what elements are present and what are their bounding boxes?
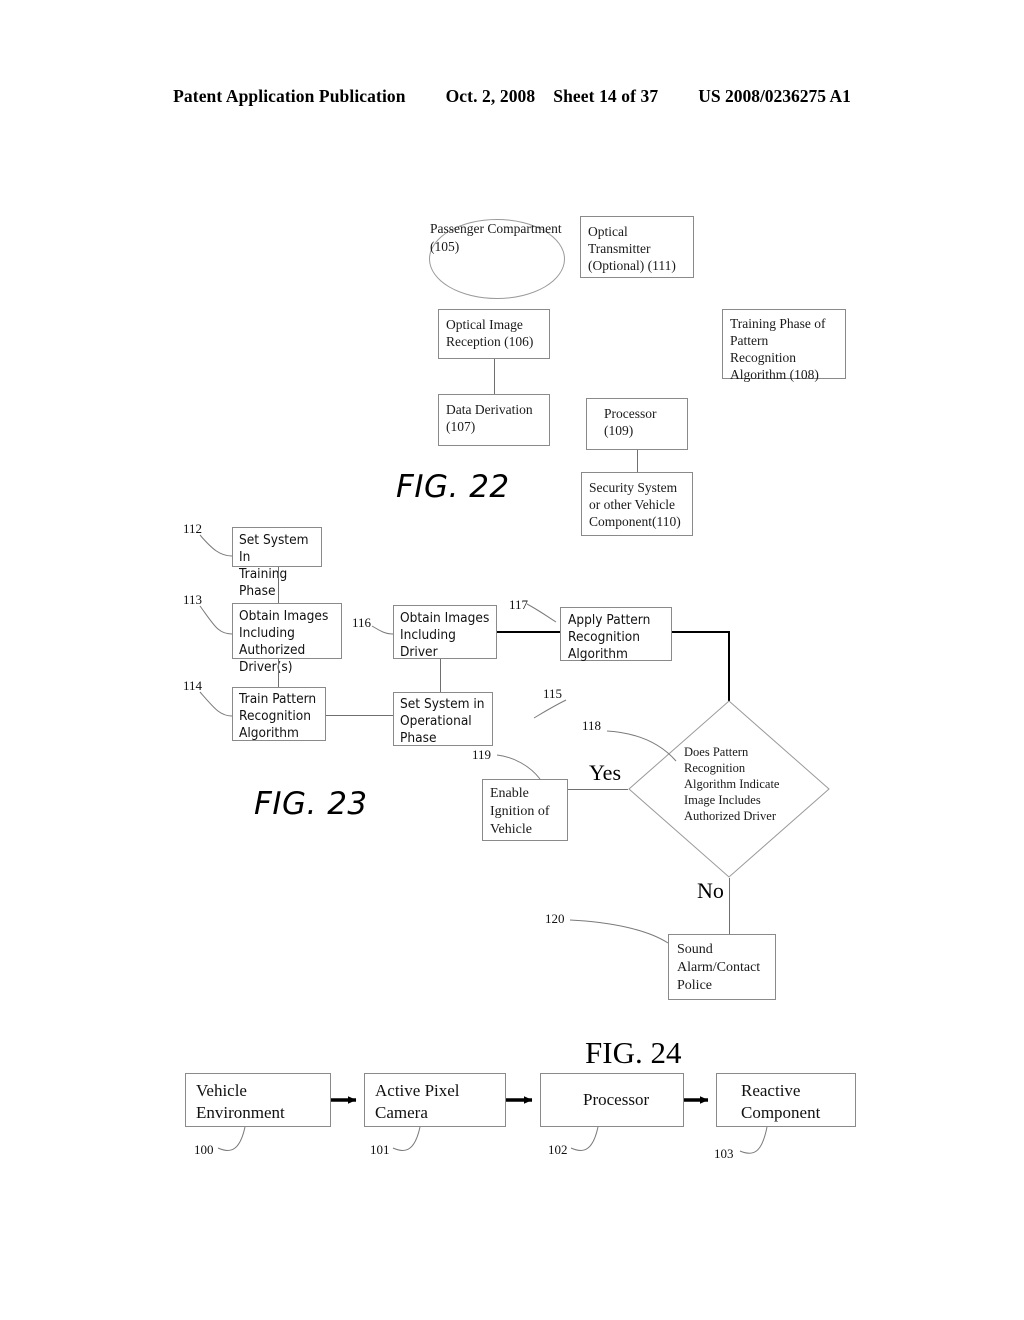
node-vehicle-environment-label: Vehicle Environment (196, 1081, 285, 1122)
branch-label-no: No (697, 878, 724, 903)
node-processor-102: Processor (540, 1073, 684, 1127)
leader-lines-overlay (199, 534, 768, 1154)
refnum-112: 112 (183, 521, 203, 536)
node-train-pattern-recognition: Train Pattern Recognition Algorithm (232, 687, 326, 741)
leader-line-114 (199, 691, 233, 717)
node-active-pixel-camera-label: Active Pixel Camera (375, 1081, 460, 1122)
node-data-derivation: Data Derivation (107) (438, 394, 550, 446)
node-apply-pattern-recognition: Apply Pattern Recognition Algorithm (560, 607, 672, 662)
leader-line-101 (392, 1126, 421, 1151)
refnum-102: 102 (548, 1142, 568, 1157)
leader-line-116 (371, 625, 394, 635)
node-training-phase-algorithm: Training Phase of Pattern Recognition Al… (722, 309, 846, 382)
connector-117-right (672, 631, 730, 633)
node-sound-alarm-contact-police-label: Sound Alarm/Contact Police (677, 942, 761, 993)
node-obtain-images-authorized: Obtain Images Including Authorized Drive… (232, 603, 342, 675)
connector-reception-to-derivation (494, 359, 495, 394)
refnum-120: 120 (545, 911, 565, 926)
header-patent-number: US 2008/0236275 A1 (698, 86, 851, 106)
node-enable-ignition-label: Enable Ignition of Vehicle (490, 786, 550, 837)
connector-116-to-115 (440, 659, 441, 692)
refnum-118: 118 (582, 718, 602, 733)
header-publication: Patent Application Publication (173, 86, 406, 106)
node-set-system-training-phase: Set System In Training Phase (232, 527, 322, 599)
refnum-101: 101 (370, 1142, 390, 1157)
leader-line-113 (199, 605, 233, 635)
branch-label-yes: Yes (589, 760, 622, 785)
node-optical-transmitter-label: Optical Transmitter (Optional) (111) (588, 224, 676, 273)
node-active-pixel-camera: Active Pixel Camera (364, 1073, 506, 1127)
leader-line-103 (739, 1126, 768, 1154)
leader-line-115 (533, 699, 567, 719)
node-optical-transmitter: Optical Transmitter (Optional) (111) (580, 216, 694, 278)
figure-24-caption: FIG. 24 (585, 1035, 682, 1070)
node-processor-109-label: Processor (109) (604, 406, 657, 438)
node-passenger-compartment-label: Passenger Compartment (105) (430, 221, 562, 254)
leader-line-120 (569, 919, 669, 944)
connector-116-to-117 (497, 631, 560, 633)
node-obtain-images-driver-label: Obtain Images Including Driver (400, 611, 490, 660)
node-sound-alarm-contact-police: Sound Alarm/Contact Police (668, 934, 776, 1000)
node-processor-109: Processor (109) (586, 398, 688, 450)
node-obtain-images-authorized-label: Obtain Images Including Authorized Drive… (239, 609, 329, 675)
figure-22-caption: FIG. 22 (396, 469, 510, 505)
node-optical-image-reception-label: Optical Image Reception (106) (446, 317, 534, 349)
node-obtain-images-driver: Obtain Images Including Driver (393, 605, 497, 660)
node-apply-pattern-recognition-label: Apply Pattern Recognition Algorithm (568, 613, 651, 662)
node-security-system: Security System or other Vehicle Compone… (581, 472, 693, 536)
refnum-119: 119 (472, 747, 492, 762)
figure-23-caption: FIG. 23 (254, 786, 368, 822)
node-optical-image-reception: Optical Image Reception (106) (438, 309, 550, 359)
node-decision-authorized-driver: Does Pattern Recognition Algorithm Indic… (628, 700, 830, 878)
connector-decision-no (729, 878, 730, 934)
refnum-113: 113 (183, 592, 203, 607)
connector-114-to-115 (326, 715, 393, 716)
refnum-115: 115 (543, 686, 563, 701)
connector-112-to-113 (278, 567, 279, 603)
node-training-phase-algorithm-label: Training Phase of Pattern Recognition Al… (730, 316, 826, 382)
node-reactive-component-label: Reactive Component (741, 1081, 821, 1122)
connector-117-down-to-decision (728, 631, 730, 701)
connector-113-to-114 (278, 659, 279, 687)
refnum-116: 116 (352, 615, 372, 630)
node-enable-ignition: Enable Ignition of Vehicle (482, 779, 568, 841)
node-security-system-label: Security System or other Vehicle Compone… (589, 480, 681, 529)
node-passenger-compartment: Passenger Compartment (105) (429, 219, 565, 299)
node-data-derivation-label: Data Derivation (107) (446, 402, 533, 434)
leader-line-112 (199, 534, 233, 557)
connector-processor-to-security (637, 450, 638, 472)
refnum-100: 100 (194, 1142, 214, 1157)
leader-line-102 (570, 1126, 599, 1151)
connector-decision-yes (568, 789, 628, 790)
header-sheet-number: Sheet 14 of 37 (553, 86, 659, 106)
node-vehicle-environment: Vehicle Environment (185, 1073, 331, 1127)
page-header: Patent Application Publication Oct. 2, 2… (0, 86, 1024, 112)
node-set-system-operational: Set System in Operational Phase (393, 692, 493, 746)
node-set-system-operational-label: Set System in Operational Phase (400, 697, 485, 746)
leader-line-117 (526, 603, 557, 623)
refnum-103: 103 (714, 1146, 734, 1161)
header-date: Oct. 2, 2008 (445, 86, 536, 106)
node-decision-authorized-driver-label: Does Pattern Recognition Algorithm Indic… (684, 745, 780, 823)
leader-line-100 (217, 1126, 246, 1151)
node-reactive-component: Reactive Component (716, 1073, 856, 1127)
patent-drawing-page: Patent Application Publication Oct. 2, 2… (0, 0, 1024, 1320)
node-train-pattern-recognition-label: Train Pattern Recognition Algorithm (239, 692, 317, 741)
leader-line-119 (496, 754, 541, 780)
refnum-117: 117 (509, 597, 529, 612)
node-processor-102-label: Processor (583, 1090, 650, 1109)
refnum-114: 114 (183, 678, 203, 693)
